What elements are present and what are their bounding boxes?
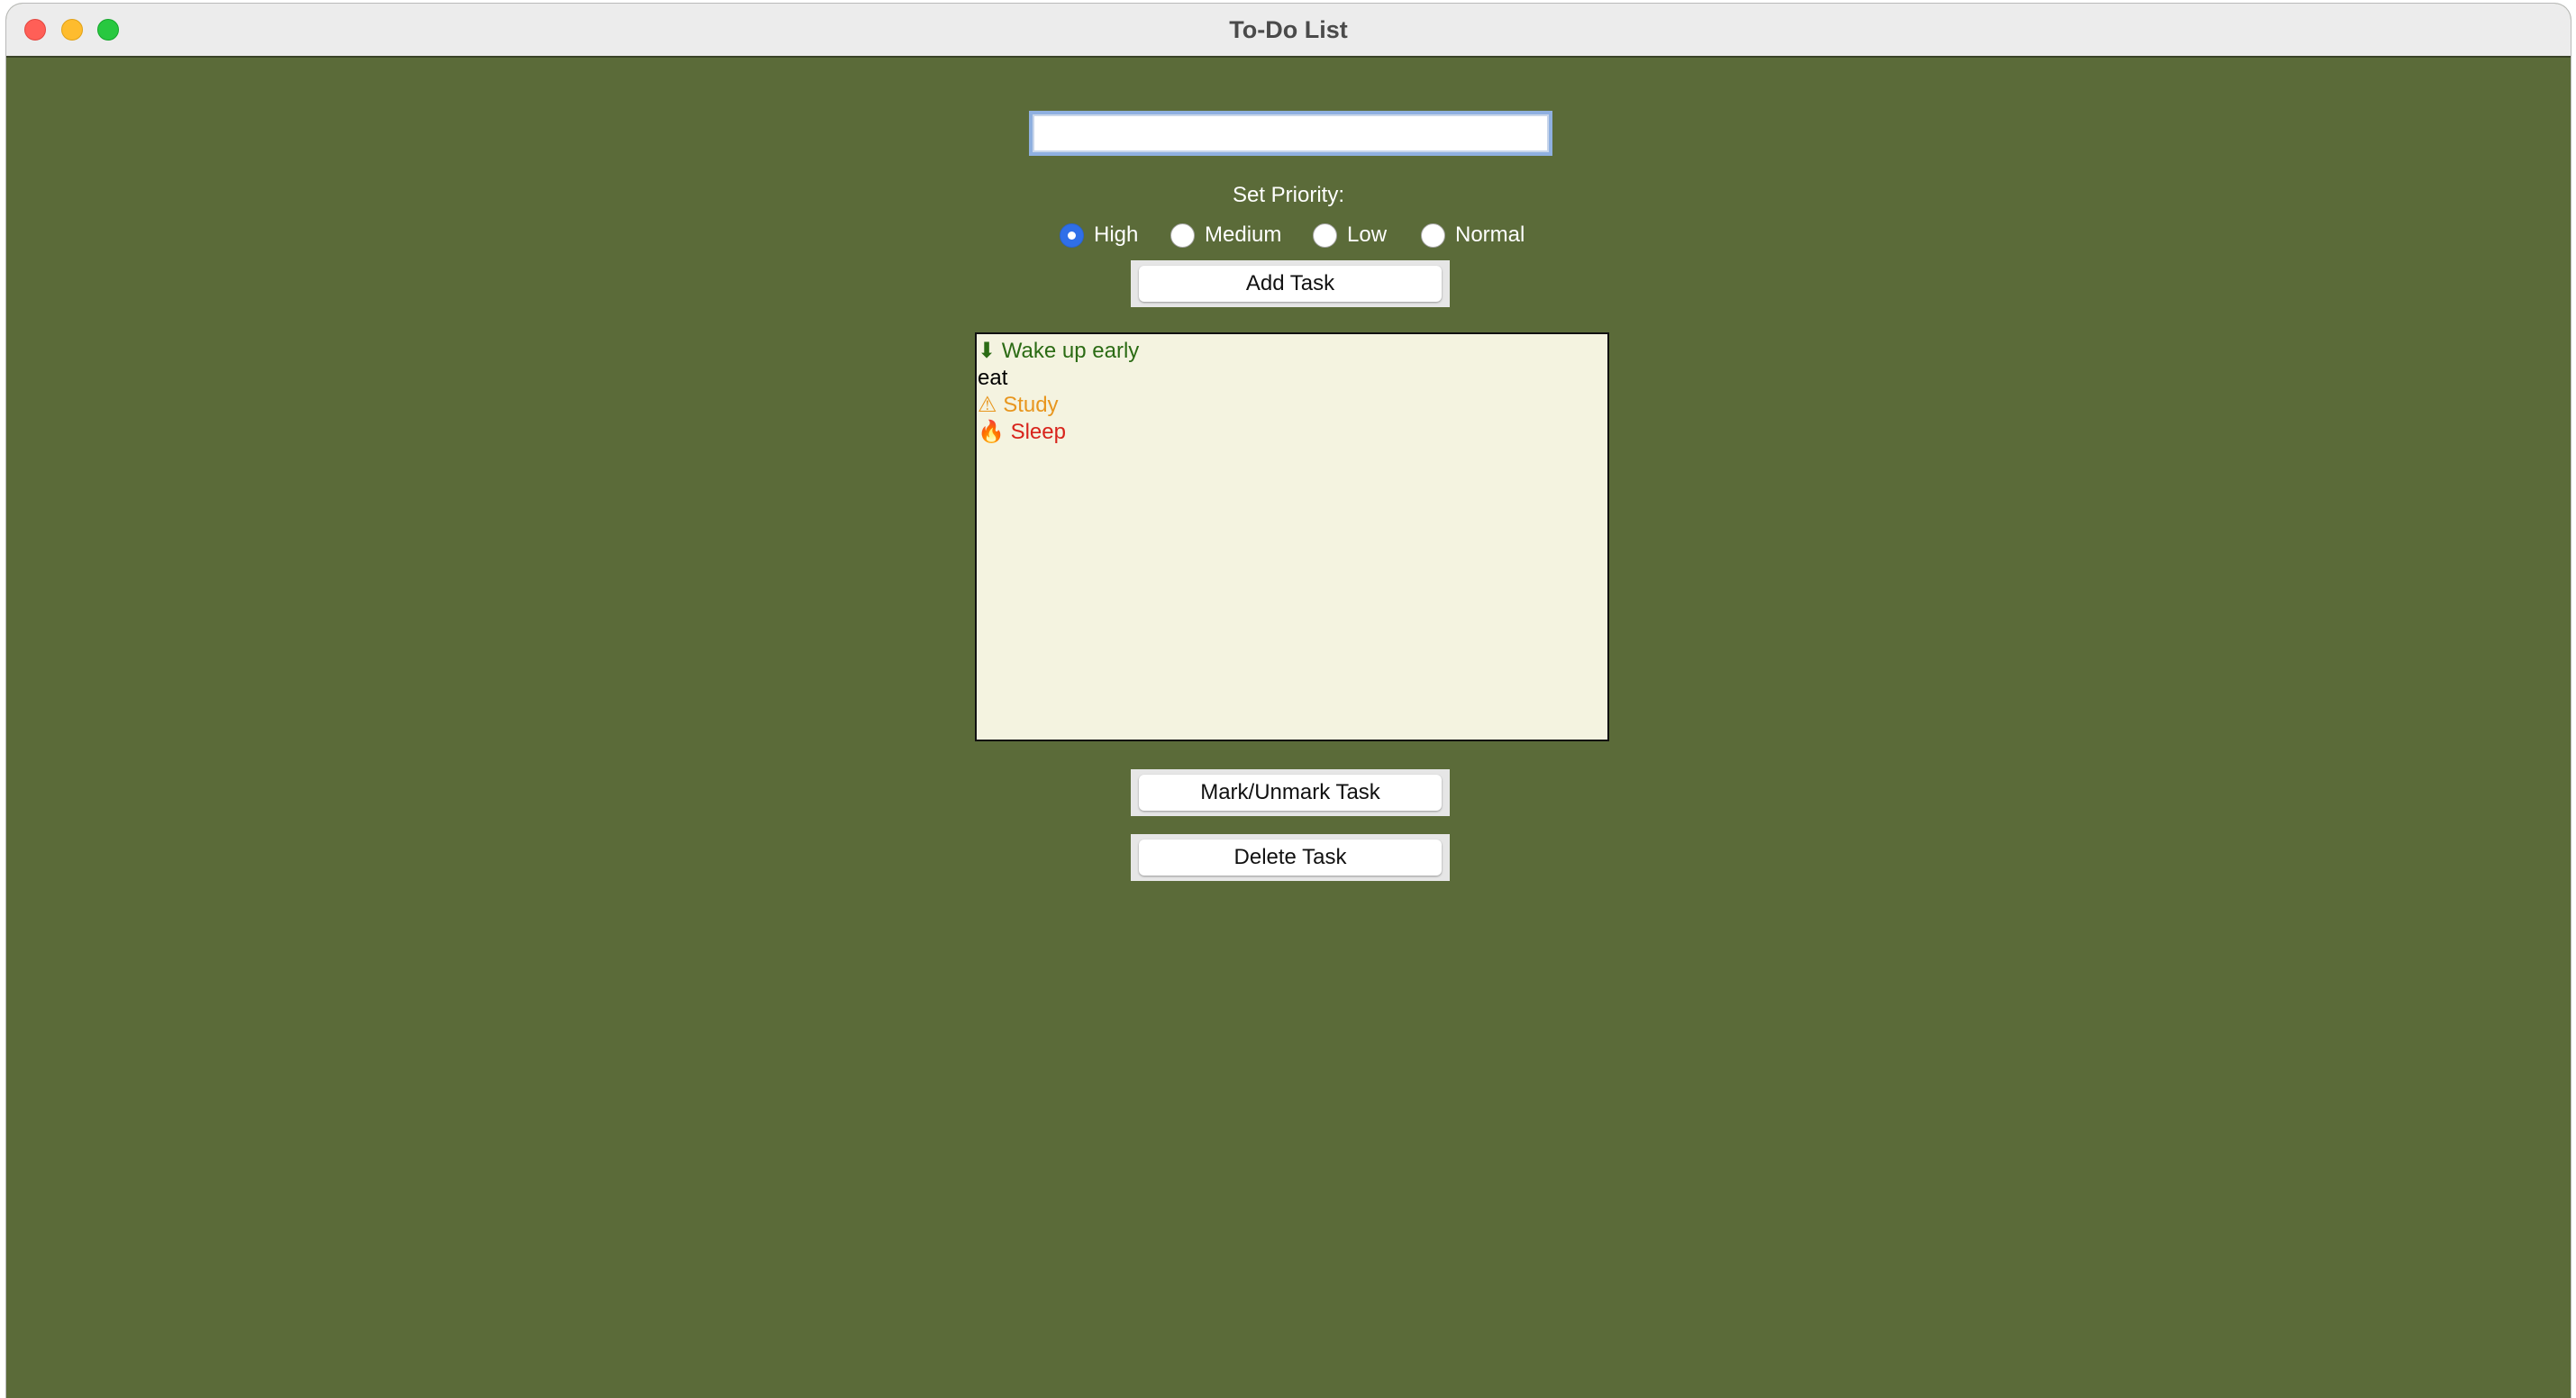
- task-text: Sleep: [1010, 420, 1066, 444]
- list-item[interactable]: ⚠ Study: [977, 392, 1607, 419]
- priority-option-low[interactable]: Low: [1313, 221, 1387, 250]
- task-list[interactable]: ⬇ Wake up early eat ⚠ Study 🔥 Sleep: [975, 332, 1609, 741]
- radio-medium[interactable]: [1170, 222, 1195, 248]
- delete-task-frame: Delete Task: [1131, 834, 1450, 881]
- priority-option-medium[interactable]: Medium: [1170, 221, 1281, 250]
- priority-option-normal[interactable]: Normal: [1421, 221, 1525, 250]
- task-text: Study: [1003, 393, 1059, 417]
- window-title: To-Do List: [1229, 16, 1348, 43]
- list-item[interactable]: eat: [977, 365, 1607, 392]
- task-text: Wake up early: [1001, 339, 1140, 363]
- radio-label-high: High: [1094, 222, 1139, 247]
- radio-label-normal: Normal: [1455, 222, 1525, 247]
- task-input[interactable]: [1029, 111, 1552, 156]
- priority-option-high[interactable]: High: [1060, 221, 1138, 250]
- task-text: eat: [978, 366, 1008, 390]
- add-task-button[interactable]: Add Task: [1139, 266, 1442, 302]
- mark-task-frame: Mark/Unmark Task: [1131, 769, 1450, 816]
- mark-unmark-task-button[interactable]: Mark/Unmark Task: [1139, 775, 1442, 811]
- radio-label-low: Low: [1347, 222, 1388, 247]
- list-item[interactable]: ⬇ Wake up early: [977, 338, 1607, 365]
- radio-high[interactable]: [1060, 222, 1084, 248]
- radio-low[interactable]: [1313, 222, 1337, 248]
- fire-icon: 🔥: [978, 420, 1005, 444]
- title-bar: To-Do List: [6, 4, 2571, 58]
- down-arrow-icon: ⬇: [978, 339, 997, 363]
- add-task-frame: Add Task: [1131, 260, 1450, 307]
- list-item[interactable]: 🔥 Sleep: [977, 419, 1607, 446]
- radio-label-medium: Medium: [1205, 222, 1282, 247]
- warning-icon: ⚠: [978, 393, 997, 417]
- app-window: To-Do List Set Priority: High Medium Low…: [6, 4, 2571, 1398]
- priority-label: Set Priority:: [1232, 183, 1345, 207]
- delete-task-button[interactable]: Delete Task: [1139, 840, 1442, 876]
- radio-normal[interactable]: [1421, 222, 1445, 248]
